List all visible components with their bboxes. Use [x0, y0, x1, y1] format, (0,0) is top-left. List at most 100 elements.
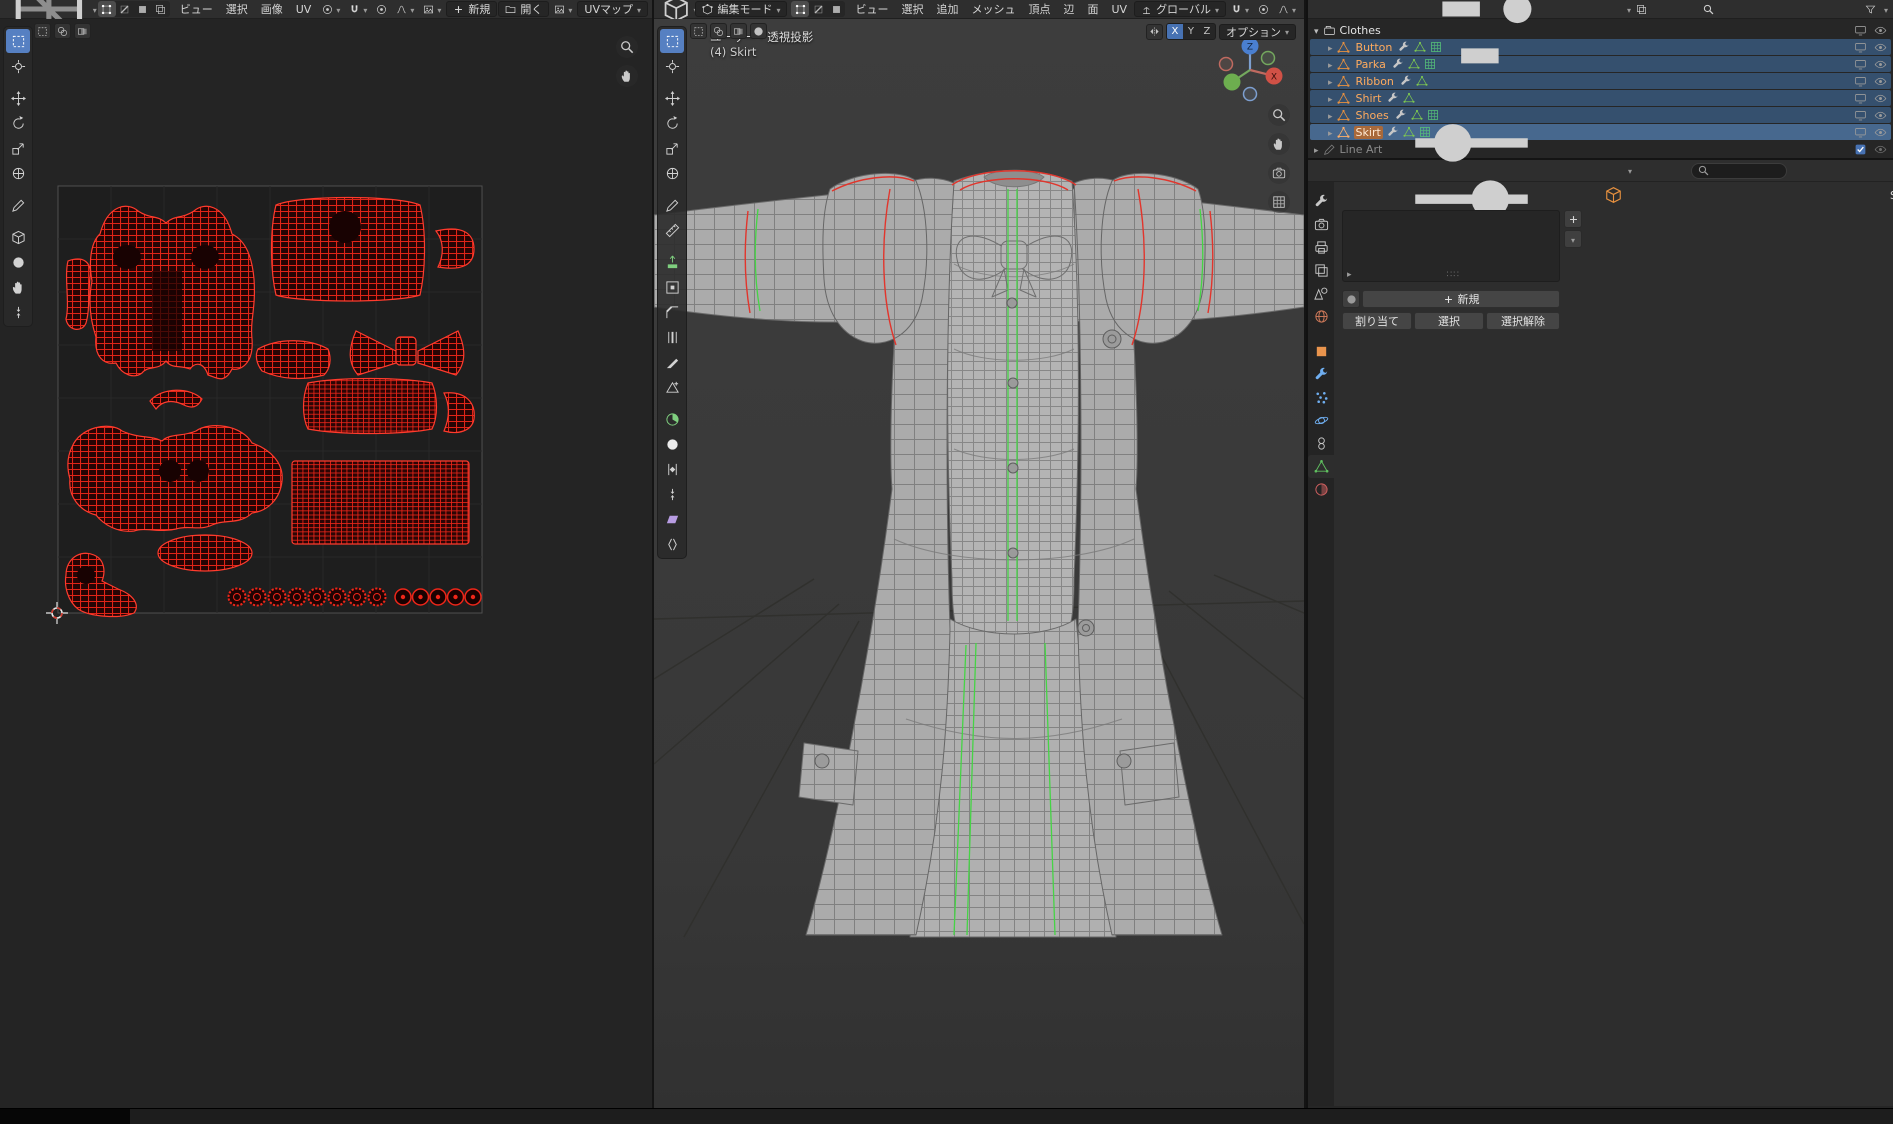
assign-button[interactable]: 割り当て — [1342, 312, 1412, 330]
extrude-region-tool[interactable] — [660, 250, 684, 274]
eye-icon[interactable] — [1874, 58, 1887, 71]
select-button[interactable]: 選択 — [1414, 312, 1484, 330]
screen-icon[interactable] — [1854, 58, 1867, 71]
uv-select-face-toggle[interactable] — [134, 1, 152, 17]
gizmo-neg-z[interactable] — [1244, 88, 1257, 101]
object-name[interactable]: Button — [1354, 41, 1395, 54]
proportional-edit-button[interactable] — [1254, 3, 1273, 16]
vp-menu-view[interactable]: ビュー — [849, 0, 894, 18]
mirror-z-toggle[interactable]: Z — [1199, 24, 1215, 39]
select-mode-intersect-button[interactable] — [750, 23, 767, 39]
camera-view-button[interactable] — [1268, 162, 1290, 184]
gizmo-y-axis[interactable] — [1224, 74, 1241, 91]
gizmo-neg-y[interactable] — [1262, 52, 1275, 65]
collection-name[interactable]: Clothes — [1340, 24, 1381, 37]
vp-menu-add[interactable]: 追加 — [930, 0, 964, 18]
edge-slide-tool[interactable] — [660, 457, 684, 481]
eye-icon[interactable] — [1874, 143, 1887, 156]
shear-tool[interactable] — [660, 507, 684, 531]
falloff-button[interactable] — [1274, 2, 1300, 17]
falloff-button[interactable] — [392, 2, 418, 17]
vp-menu-select[interactable]: 選択 — [895, 0, 929, 18]
uv-menu-view[interactable]: ビュー — [174, 0, 219, 18]
add-group-button[interactable] — [1564, 210, 1582, 228]
rip-region-tool[interactable] — [660, 532, 684, 556]
tab-view-layer[interactable] — [1308, 259, 1334, 282]
transform-tool[interactable] — [660, 161, 684, 185]
tab-tool[interactable] — [1308, 190, 1334, 213]
viewport-canvas[interactable] — [654, 19, 1304, 1108]
pinch-alt-tool[interactable] — [6, 300, 30, 324]
uv-select-island-toggle[interactable] — [152, 1, 170, 17]
select-mode-new-button[interactable] — [690, 23, 707, 39]
outliner-filter-button[interactable] — [1861, 3, 1880, 16]
vp-menu-uv[interactable]: UV — [1105, 2, 1133, 17]
inset-faces-tool[interactable] — [660, 275, 684, 299]
proportional-edit-button[interactable] — [372, 3, 391, 16]
transform-orientation-select[interactable]: グローバル — [1134, 1, 1226, 17]
vp-menu-vertex[interactable]: 頂点 — [1022, 0, 1056, 18]
tab-output[interactable] — [1308, 236, 1334, 259]
tab-particles[interactable] — [1308, 386, 1334, 409]
specials-menu-button[interactable] — [1564, 230, 1582, 248]
loop-cut-tool[interactable] — [660, 325, 684, 349]
uv-menu-select[interactable]: 選択 — [220, 0, 254, 18]
tab-scene[interactable] — [1308, 282, 1334, 305]
eye-icon[interactable] — [1874, 75, 1887, 88]
tab-modifiers[interactable] — [1308, 363, 1334, 386]
expand-arrow-icon[interactable] — [1314, 24, 1319, 37]
select-mode-new-button[interactable] — [34, 23, 51, 39]
smooth-tool[interactable] — [660, 432, 684, 456]
vp-menu-edge[interactable]: 辺 — [1057, 0, 1080, 18]
expand-arrow-icon[interactable] — [1328, 41, 1333, 54]
eye-icon[interactable] — [1874, 92, 1887, 105]
mode-select[interactable]: 編集モード — [695, 1, 787, 17]
rotate-tool[interactable] — [660, 111, 684, 135]
options-dropdown[interactable]: オプション — [1219, 24, 1296, 40]
cursor-tool[interactable] — [660, 54, 684, 78]
pan-button[interactable] — [1268, 133, 1290, 155]
zoom-button[interactable] — [1268, 104, 1290, 126]
pivot-point-button[interactable] — [318, 2, 344, 17]
scale-tool[interactable] — [660, 136, 684, 160]
gizmo-neg-x[interactable] — [1220, 58, 1233, 71]
select-mode-subtract-button[interactable] — [730, 23, 747, 39]
pinch-tool[interactable] — [6, 275, 30, 299]
tab-world[interactable] — [1308, 305, 1334, 328]
face-mode-toggle[interactable] — [827, 1, 845, 17]
vp-menu-face[interactable]: 面 — [1081, 0, 1104, 18]
tab-object[interactable] — [1308, 340, 1334, 363]
vertex-groups-list[interactable] — [1342, 210, 1560, 282]
snap-button[interactable] — [1227, 2, 1253, 17]
expand-arrow-icon[interactable] — [1328, 58, 1333, 71]
uv-zoom-button[interactable] — [616, 36, 638, 58]
uv-menu-image[interactable]: 画像 — [255, 0, 289, 18]
image-browse-button[interactable] — [419, 2, 445, 17]
mirror-button[interactable] — [1146, 24, 1163, 40]
move-tool[interactable] — [6, 86, 30, 110]
new-button[interactable]: 新規 — [1362, 290, 1560, 308]
outliner-search-button[interactable] — [1699, 3, 1718, 16]
tab-material[interactable] — [1308, 478, 1334, 501]
poly-build-tool[interactable] — [660, 375, 684, 399]
eye-icon[interactable] — [1874, 126, 1887, 139]
uv-map-select[interactable]: UVマップ — [577, 1, 648, 17]
tab-constraints[interactable] — [1308, 432, 1334, 455]
image-datablock-button[interactable] — [550, 2, 576, 17]
screen-icon[interactable] — [1854, 75, 1867, 88]
screen-icon[interactable] — [1854, 92, 1867, 105]
relax-tool[interactable] — [6, 250, 30, 274]
transform-tool[interactable] — [6, 161, 30, 185]
properties-search-input[interactable] — [1691, 163, 1787, 179]
tab-object-data[interactable] — [1308, 455, 1334, 478]
uv-menu-uv[interactable]: UV — [290, 2, 318, 17]
tab-physics[interactable] — [1308, 409, 1334, 432]
ortho-toggle-button[interactable] — [1268, 191, 1290, 213]
object-name[interactable]: Parka — [1354, 58, 1388, 71]
uv-select-vertex-toggle[interactable] — [98, 1, 116, 17]
mirror-x-toggle[interactable]: X — [1167, 24, 1183, 39]
knife-tool[interactable] — [660, 350, 684, 374]
expand-arrow-icon[interactable] — [1328, 75, 1333, 88]
image-open-button[interactable]: 開く — [498, 1, 549, 17]
vertex-mode-toggle[interactable] — [791, 1, 809, 17]
